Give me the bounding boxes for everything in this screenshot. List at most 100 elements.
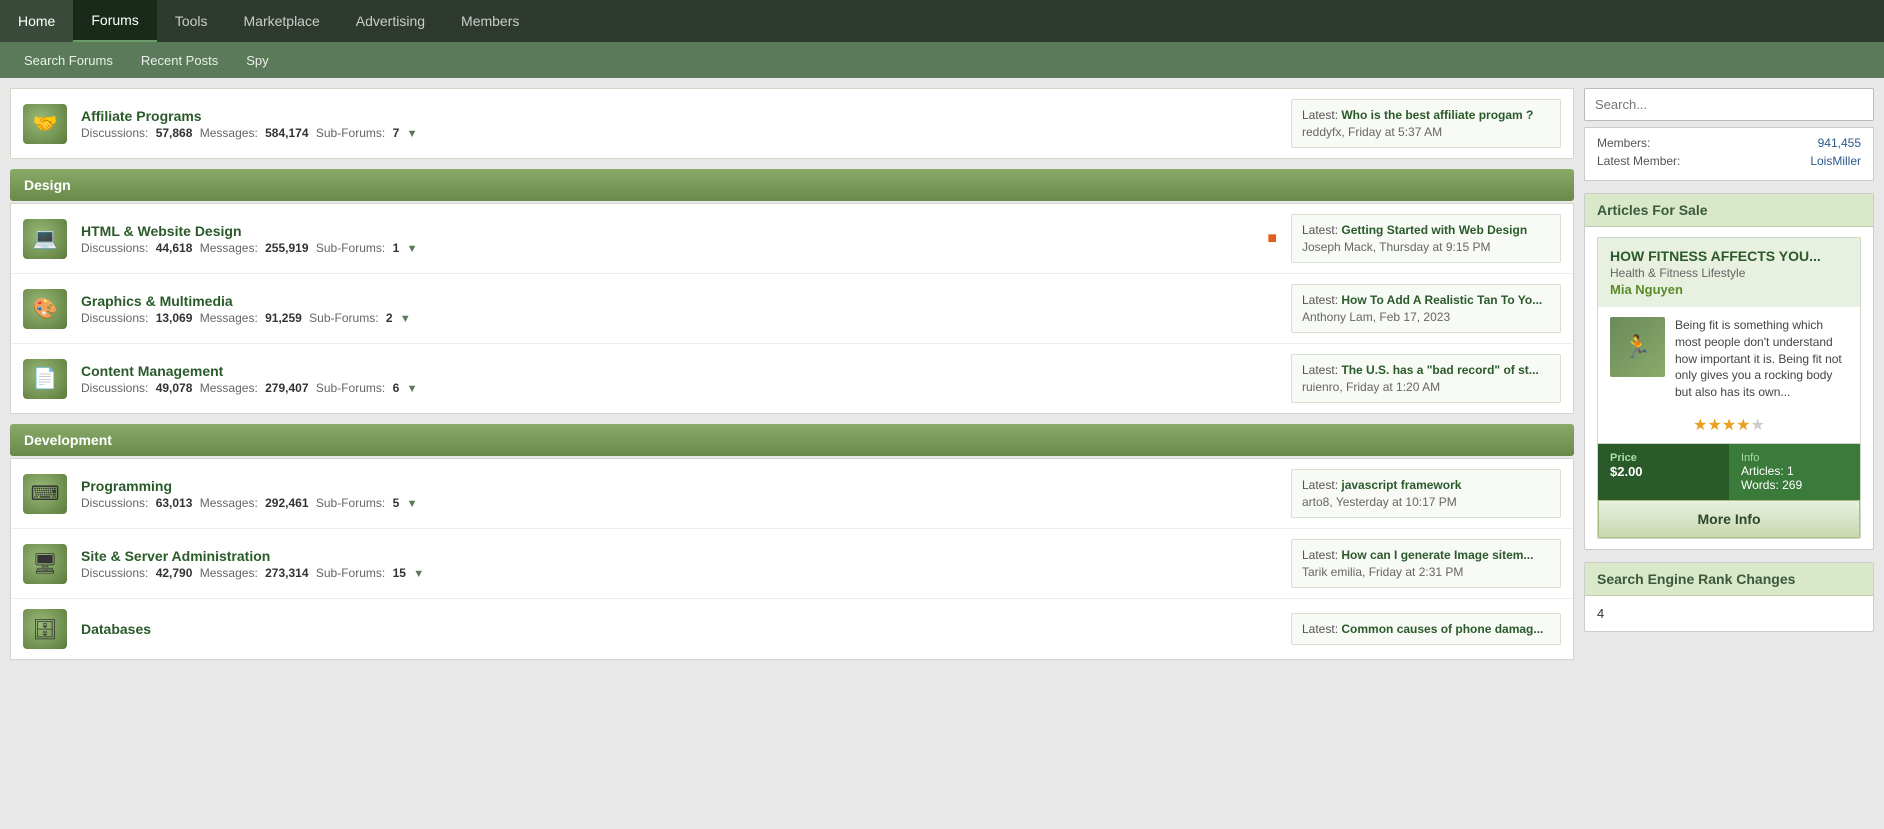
html-design-forum-title[interactable]: HTML & Website Design — [81, 223, 242, 239]
cms-forum-row: 📄 Content Management Discussions: 49,078… — [11, 344, 1573, 413]
databases-forum-row: 🗄 Databases Latest: Common causes of pho… — [11, 599, 1573, 659]
cms-forum-title[interactable]: Content Management — [81, 363, 223, 379]
forum-icon-server-admin: 🖥 — [23, 544, 69, 584]
affiliate-forum-meta: Discussions: 57,868 Messages: 584,174 Su… — [81, 126, 1291, 140]
development-category: Development ⌨ Programming Discussions: 6… — [10, 424, 1574, 660]
subnav-spy[interactable]: Spy — [232, 53, 282, 68]
article-thumbnail: 🏃 — [1610, 317, 1665, 377]
forum-icon-graphics: 🎨 — [23, 289, 69, 329]
affiliate-latest-post: Latest: Who is the best affiliate progam… — [1291, 99, 1561, 148]
article-author[interactable]: Mia Nguyen — [1610, 282, 1848, 297]
html-design-forum-row: 💻 HTML & Website Design Discussions: 44,… — [11, 204, 1573, 274]
html-design-subforum-arrow[interactable]: ▼ — [407, 243, 418, 255]
members-count: 941,455 — [1818, 136, 1861, 150]
affiliate-latest-title: Who is the best affiliate progam ? — [1341, 108, 1533, 122]
content-area: 🤝 Affiliate Programs Discussions: 57,868… — [10, 88, 1574, 668]
articles-for-sale-title: Articles For Sale — [1585, 194, 1873, 227]
affiliate-forum-title[interactable]: Affiliate Programs — [81, 108, 202, 124]
design-forum-section: 💻 HTML & Website Design Discussions: 44,… — [10, 203, 1574, 414]
design-category: Design 💻 HTML & Website Design Discussio… — [10, 169, 1574, 414]
html-design-rss-icon[interactable]: ■ — [1267, 230, 1277, 248]
affiliate-subforums-count: 7 — [393, 126, 400, 140]
affiliate-subforums-label: Sub-Forums: — [316, 126, 385, 140]
article-title: HOW FITNESS AFFECTS YOU... — [1610, 248, 1848, 264]
articles-for-sale-box: Articles For Sale HOW FITNESS AFFECTS YO… — [1584, 193, 1874, 550]
graphics-forum-info: Graphics & Multimedia Discussions: 13,06… — [81, 293, 1291, 325]
affiliate-messages-label: Messages: — [200, 126, 258, 140]
sub-navigation: Search Forums Recent Posts Spy — [0, 42, 1884, 78]
graphics-latest-post: Latest: How To Add A Realistic Tan To Yo… — [1291, 284, 1561, 333]
price-label: Price — [1610, 452, 1717, 464]
cms-forum-meta: Discussions: 49,078 Messages: 279,407 Su… — [81, 381, 1291, 395]
affiliate-forum-section: 🤝 Affiliate Programs Discussions: 57,868… — [10, 88, 1574, 159]
article-footer: Price $2.00 Info Articles: 1 Words: 269 — [1598, 443, 1860, 500]
nav-tools[interactable]: Tools — [157, 0, 226, 42]
forum-icon-databases: 🗄 — [23, 609, 69, 649]
article-price-cell: Price $2.00 — [1598, 444, 1729, 500]
graphics-forum-title[interactable]: Graphics & Multimedia — [81, 293, 233, 309]
articles-count: Articles: 1 — [1741, 464, 1848, 478]
design-category-header: Design — [10, 169, 1574, 201]
latest-member-row: Latest Member: LoisMiller — [1597, 154, 1861, 168]
server-admin-forum-title[interactable]: Site & Server Administration — [81, 548, 270, 564]
nav-marketplace[interactable]: Marketplace — [226, 0, 338, 42]
search-input[interactable] — [1584, 88, 1874, 121]
affiliate-forum-row: 🤝 Affiliate Programs Discussions: 57,868… — [11, 89, 1573, 158]
article-info-cell: Info Articles: 1 Words: 269 — [1729, 444, 1860, 500]
programming-subforum-arrow[interactable]: ▼ — [407, 498, 418, 510]
more-info-button[interactable]: More Info — [1598, 500, 1860, 538]
server-admin-forum-info: Site & Server Administration Discussions… — [81, 548, 1291, 580]
graphics-subforum-arrow[interactable]: ▼ — [400, 313, 411, 325]
server-admin-subforum-arrow[interactable]: ▼ — [413, 568, 424, 580]
article-stars: ★★★★★ — [1598, 411, 1860, 443]
cms-latest-post: Latest: The U.S. has a "bad record" of s… — [1291, 354, 1561, 403]
articles-for-sale-content: HOW FITNESS AFFECTS YOU... Health & Fitn… — [1585, 227, 1873, 549]
server-admin-forum-meta: Discussions: 42,790 Messages: 273,314 Su… — [81, 566, 1291, 580]
forum-icon-cms: 📄 — [23, 359, 69, 399]
affiliate-discussions-label: Discussions: — [81, 126, 148, 140]
server-admin-latest-post: Latest: How can I generate Image sitem..… — [1291, 539, 1561, 588]
sidebar: Members: 941,455 Latest Member: LoisMill… — [1584, 88, 1874, 668]
nav-forums[interactable]: Forums — [73, 0, 156, 42]
databases-forum-title[interactable]: Databases — [81, 621, 151, 637]
development-category-header: Development — [10, 424, 1574, 456]
serp-box: Search Engine Rank Changes 4 — [1584, 562, 1874, 632]
affiliate-discussions-count: 57,868 — [156, 126, 193, 140]
price-value: $2.00 — [1610, 464, 1717, 479]
server-admin-forum-row: 🖥 Site & Server Administration Discussio… — [11, 529, 1573, 599]
programming-forum-title[interactable]: Programming — [81, 478, 172, 494]
article-header: HOW FITNESS AFFECTS YOU... Health & Fitn… — [1598, 238, 1860, 307]
affiliate-subforum-arrow[interactable]: ▼ — [407, 128, 418, 140]
programming-forum-meta: Discussions: 63,013 Messages: 292,461 Su… — [81, 496, 1291, 510]
article-category: Health & Fitness Lifestyle — [1610, 266, 1848, 280]
forum-icon-affiliate: 🤝 — [23, 104, 69, 144]
databases-latest-post: Latest: Common causes of phone damag... — [1291, 613, 1561, 645]
members-info: Members: 941,455 Latest Member: LoisMill… — [1584, 127, 1874, 181]
graphics-forum-meta: Discussions: 13,069 Messages: 91,259 Sub… — [81, 311, 1291, 325]
html-design-latest-post: Latest: Getting Started with Web Design … — [1291, 214, 1561, 263]
forum-icon-html: 💻 — [23, 219, 69, 259]
latest-member-label: Latest Member: — [1597, 154, 1680, 168]
info-label: Info — [1741, 452, 1848, 464]
cms-subforum-arrow[interactable]: ▼ — [407, 383, 418, 395]
development-forum-section: ⌨ Programming Discussions: 63,013 Messag… — [10, 458, 1574, 660]
words-count: Words: 269 — [1741, 478, 1848, 492]
affiliate-messages-count: 584,174 — [265, 126, 308, 140]
nav-members[interactable]: Members — [443, 0, 537, 42]
databases-forum-info: Databases — [81, 621, 1291, 637]
graphics-forum-row: 🎨 Graphics & Multimedia Discussions: 13,… — [11, 274, 1573, 344]
affiliate-forum-info: Affiliate Programs Discussions: 57,868 M… — [81, 108, 1291, 140]
nav-home[interactable]: Home — [0, 0, 73, 42]
article-body: 🏃 Being fit is something which most peop… — [1598, 307, 1860, 411]
article-card: HOW FITNESS AFFECTS YOU... Health & Fitn… — [1597, 237, 1861, 539]
serp-content: 4 — [1585, 596, 1873, 631]
latest-member-name[interactable]: LoisMiller — [1810, 154, 1861, 168]
top-navigation: Home Forums Tools Marketplace Advertisin… — [0, 0, 1884, 42]
subnav-recent-posts[interactable]: Recent Posts — [127, 53, 232, 68]
programming-latest-post: Latest: javascript framework arto8, Yest… — [1291, 469, 1561, 518]
nav-advertising[interactable]: Advertising — [338, 0, 443, 42]
cms-forum-info: Content Management Discussions: 49,078 M… — [81, 363, 1291, 395]
members-label: Members: — [1597, 136, 1650, 150]
subnav-search-forums[interactable]: Search Forums — [10, 53, 127, 68]
html-design-forum-info: HTML & Website Design Discussions: 44,61… — [81, 223, 1267, 255]
